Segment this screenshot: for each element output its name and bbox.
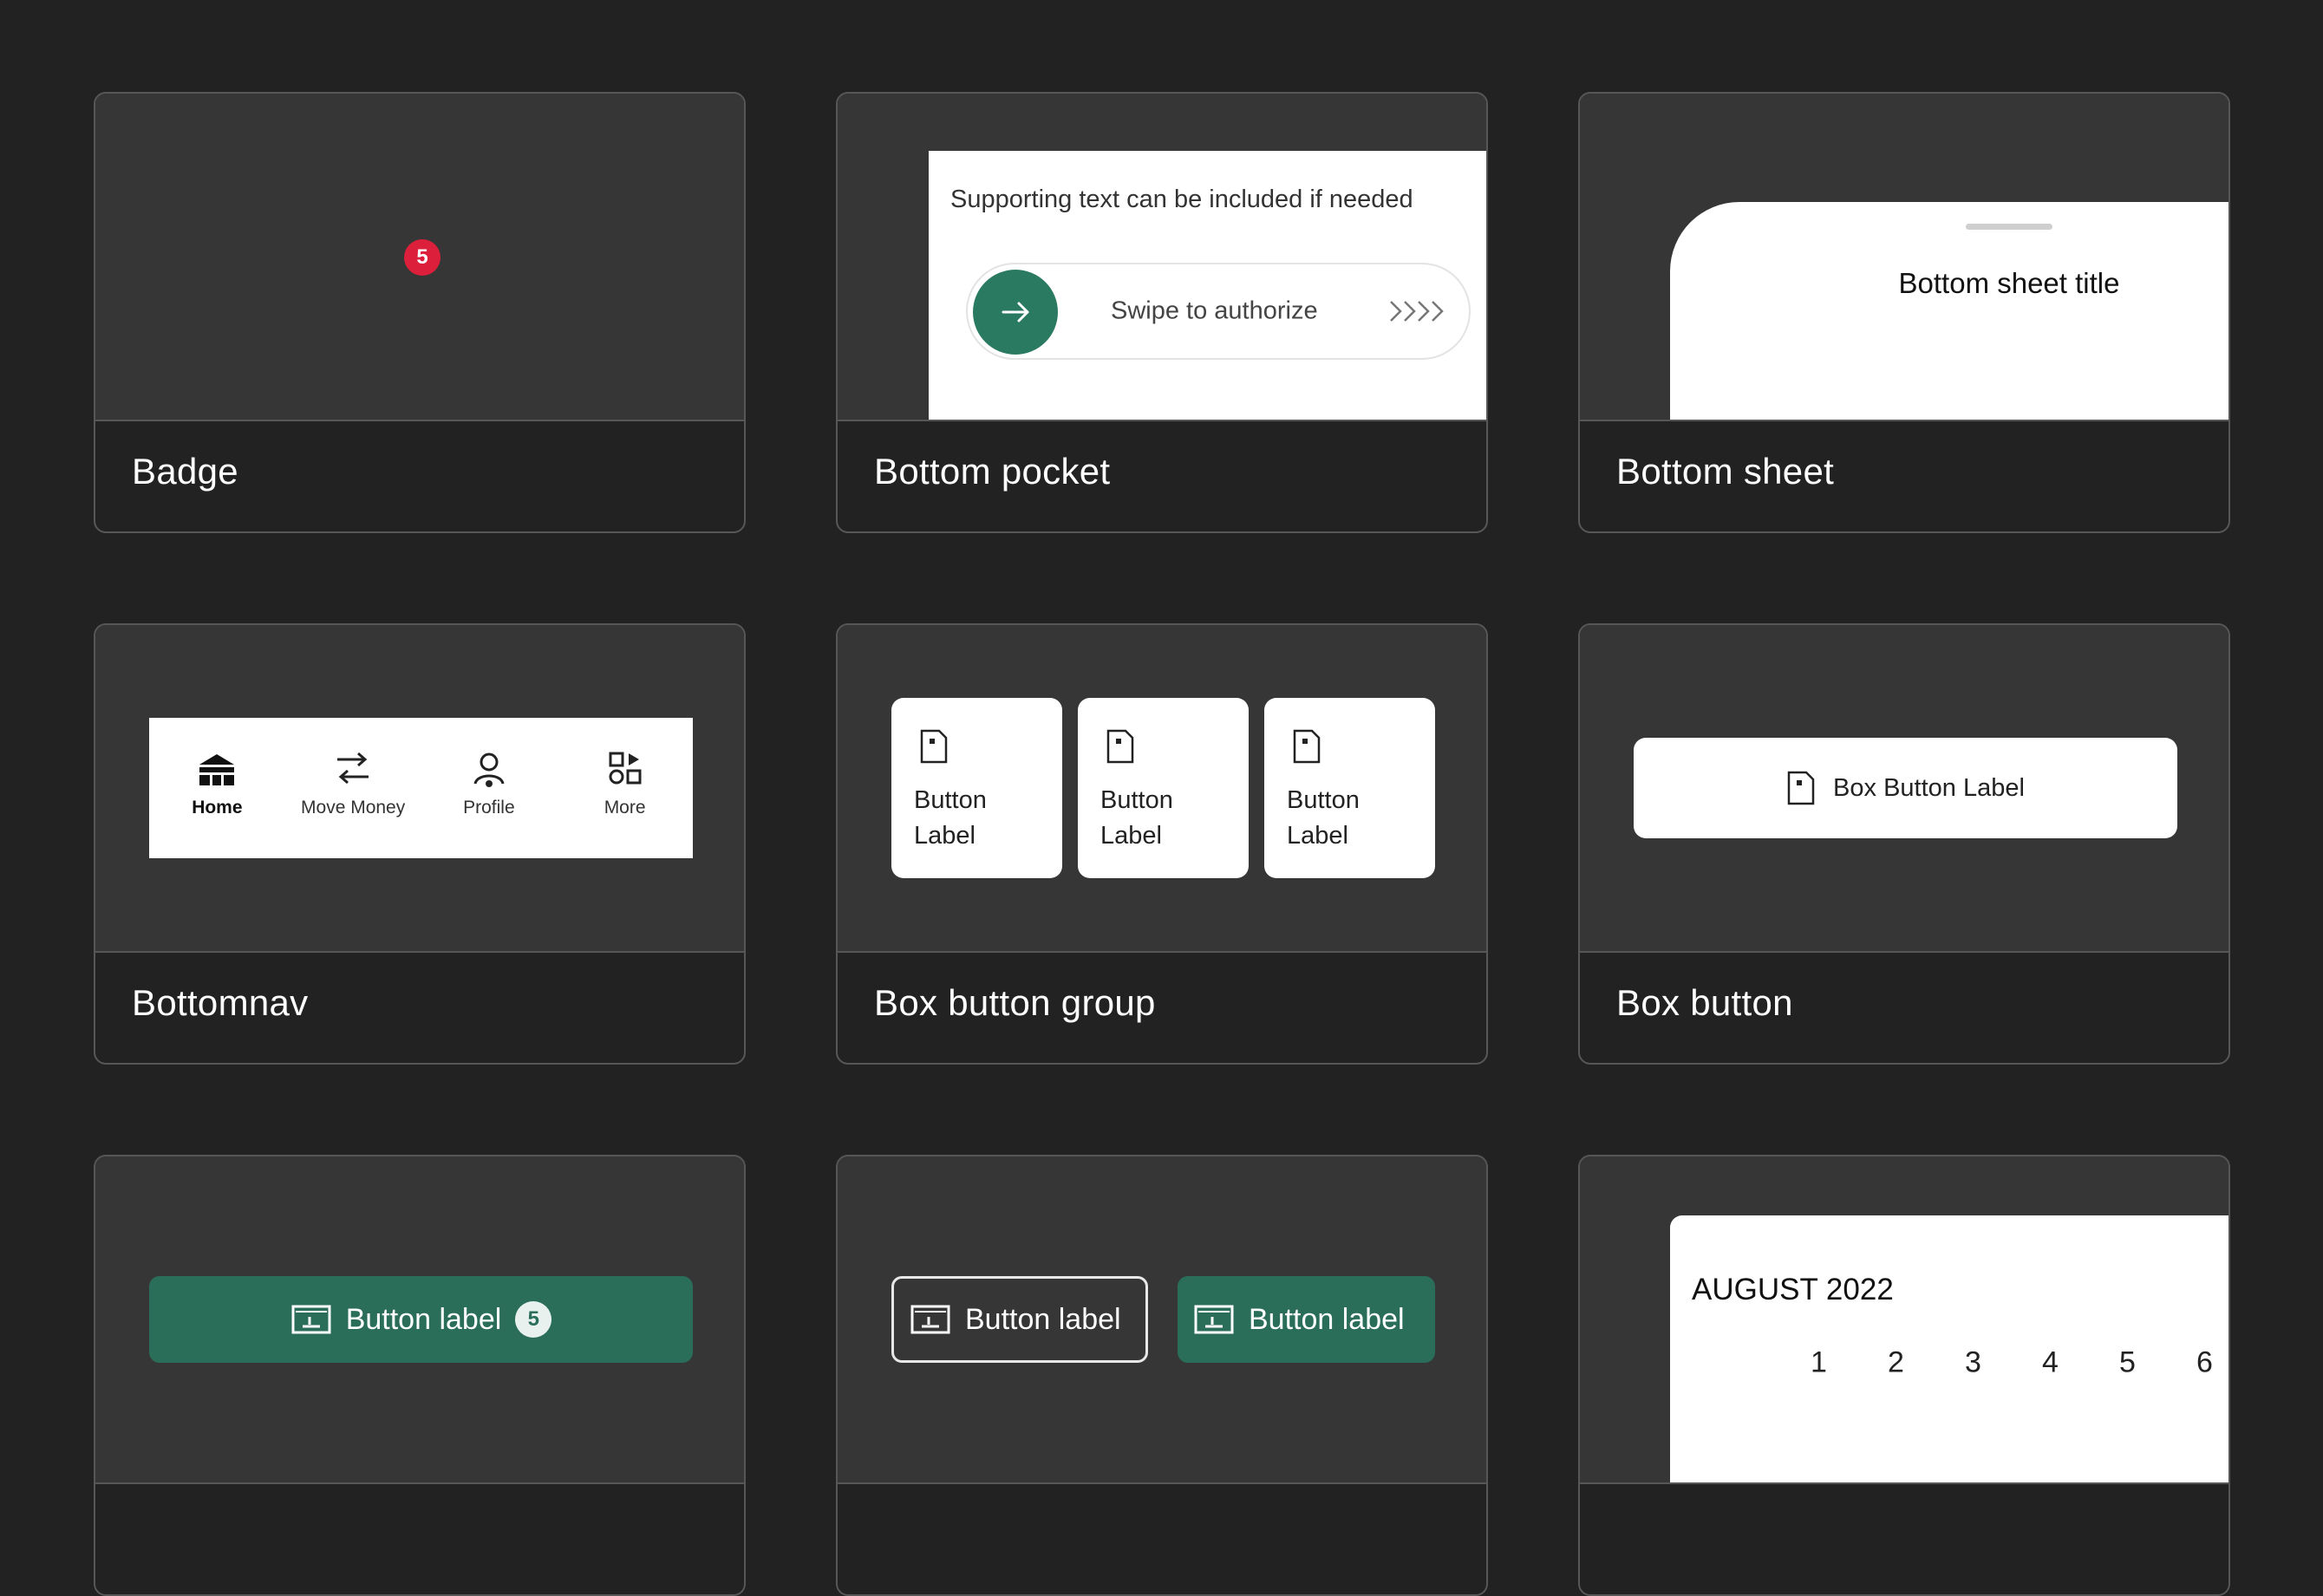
arrow-right-icon — [1002, 302, 1029, 322]
badge-preview: 5 — [95, 94, 744, 421]
bottom-navigation: Home Move Money Profile More — [149, 718, 693, 858]
button-label: Button label — [345, 1302, 502, 1336]
bottom-sheet: Bottom sheet title — [1670, 202, 2228, 420]
nav-label: Move Money — [301, 798, 406, 818]
swipe-to-authorize-control[interactable]: Swipe to authorize — [966, 263, 1471, 360]
card-title: Bottom sheet — [1616, 451, 1835, 492]
button-preview: Button label 5 — [95, 1156, 744, 1484]
calendar-day[interactable]: 5 — [2089, 1346, 2166, 1380]
nav-label: More — [604, 798, 646, 818]
primary-button[interactable]: Button label 5 — [149, 1276, 693, 1363]
box-button-label: Button Label — [1287, 786, 1360, 850]
calendar-day[interactable]: 2 — [1857, 1346, 1935, 1380]
document-icon — [1293, 729, 1321, 764]
calendar-week-row: 1 2 3 4 5 6 — [1780, 1346, 2228, 1380]
nav-label: Profile — [463, 798, 515, 818]
profile-icon — [473, 752, 505, 787]
nav-item-more[interactable]: More — [557, 718, 693, 858]
card-title: Box button group — [874, 982, 1156, 1023]
swipe-label: Swipe to authorize — [1111, 296, 1318, 325]
supporting-text: Supporting text can be included if neede… — [950, 186, 1413, 213]
button-label: Button label — [965, 1302, 1121, 1336]
sheet-title: Bottom sheet title — [1898, 267, 2120, 299]
card-title: Bottomnav — [132, 982, 309, 1023]
calendar-day[interactable]: 6 — [2166, 1346, 2228, 1380]
box-button-label: Button Label — [1100, 786, 1173, 850]
sheet-drag-handle[interactable] — [1966, 224, 2052, 230]
card-title: Box button — [1616, 982, 1793, 1023]
box-button-preview: Box Button Label — [1580, 625, 2228, 953]
box-button-group-preview: Button Label Button Label Button Label — [838, 625, 1486, 953]
card-button-with-count[interactable]: Button label 5 — [94, 1155, 746, 1596]
nav-item-move-money[interactable]: Move Money — [285, 718, 421, 858]
card-box-button-group[interactable]: Button Label Button Label Button Label B… — [836, 623, 1488, 1065]
calendar-day[interactable]: 4 — [2012, 1346, 2089, 1380]
document-icon — [920, 729, 948, 764]
bottomnav-preview: Home Move Money Profile More — [95, 625, 744, 953]
primary-button[interactable]: Button label — [1178, 1276, 1435, 1363]
box-button[interactable]: Button Label — [1264, 698, 1435, 878]
notification-badge: 5 — [404, 239, 440, 276]
calendar: AUGUST 2022 1 2 3 4 5 6 — [1670, 1215, 2228, 1482]
count-badge: 5 — [515, 1301, 552, 1338]
box-button-label: Button Label — [914, 786, 987, 850]
calendar-month-title: AUGUST 2022 — [1692, 1273, 1894, 1306]
home-icon — [199, 754, 235, 785]
card-bottom-sheet[interactable]: Bottom sheet title Bottom sheet — [1578, 92, 2230, 533]
card-bottom-pocket[interactable]: Supporting text can be included if neede… — [836, 92, 1488, 533]
box-button-group: Button Label Button Label Button Label — [891, 698, 1435, 878]
calendar-day[interactable]: 3 — [1935, 1346, 2012, 1380]
bottom-pocket: Supporting text can be included if neede… — [929, 151, 1486, 420]
check-icon — [291, 1305, 331, 1334]
nav-label: Home — [192, 798, 243, 818]
box-button[interactable]: Button Label — [891, 698, 1062, 878]
check-icon — [910, 1305, 950, 1334]
card-button-pair[interactable]: Button label Button label — [836, 1155, 1488, 1596]
chevrons-right-icon — [1390, 301, 1444, 322]
box-button[interactable]: Box Button Label — [1634, 738, 2177, 838]
nav-item-profile[interactable]: Profile — [421, 718, 558, 858]
box-button-label: Box Button Label — [1833, 773, 2025, 802]
document-icon — [1106, 729, 1134, 764]
calendar-day[interactable]: 1 — [1780, 1346, 1857, 1380]
card-badge[interactable]: 5 Badge — [94, 92, 746, 533]
transfer-icon — [337, 752, 369, 785]
bottom-pocket-preview: Supporting text can be included if neede… — [838, 94, 1486, 421]
button-pair-preview: Button label Button label — [838, 1156, 1486, 1484]
button-pair: Button label Button label — [891, 1276, 1435, 1363]
button-label: Button label — [1249, 1302, 1405, 1336]
secondary-button[interactable]: Button label — [891, 1276, 1148, 1363]
more-icon — [609, 752, 642, 785]
card-box-button[interactable]: Box Button Label Box button — [1578, 623, 2230, 1065]
card-bottomnav[interactable]: Home Move Money Profile More Bottomnav — [94, 623, 746, 1065]
card-calendar[interactable]: AUGUST 2022 1 2 3 4 5 6 — [1578, 1155, 2230, 1596]
calendar-preview: AUGUST 2022 1 2 3 4 5 6 — [1580, 1156, 2228, 1484]
document-icon — [1787, 771, 1815, 805]
bottom-sheet-preview: Bottom sheet title — [1580, 94, 2228, 421]
card-title: Badge — [132, 451, 238, 492]
box-button[interactable]: Button Label — [1078, 698, 1249, 878]
nav-item-home[interactable]: Home — [149, 718, 285, 858]
card-title: Bottom pocket — [874, 451, 1111, 492]
swipe-handle[interactable] — [973, 270, 1058, 355]
check-icon — [1194, 1305, 1234, 1334]
